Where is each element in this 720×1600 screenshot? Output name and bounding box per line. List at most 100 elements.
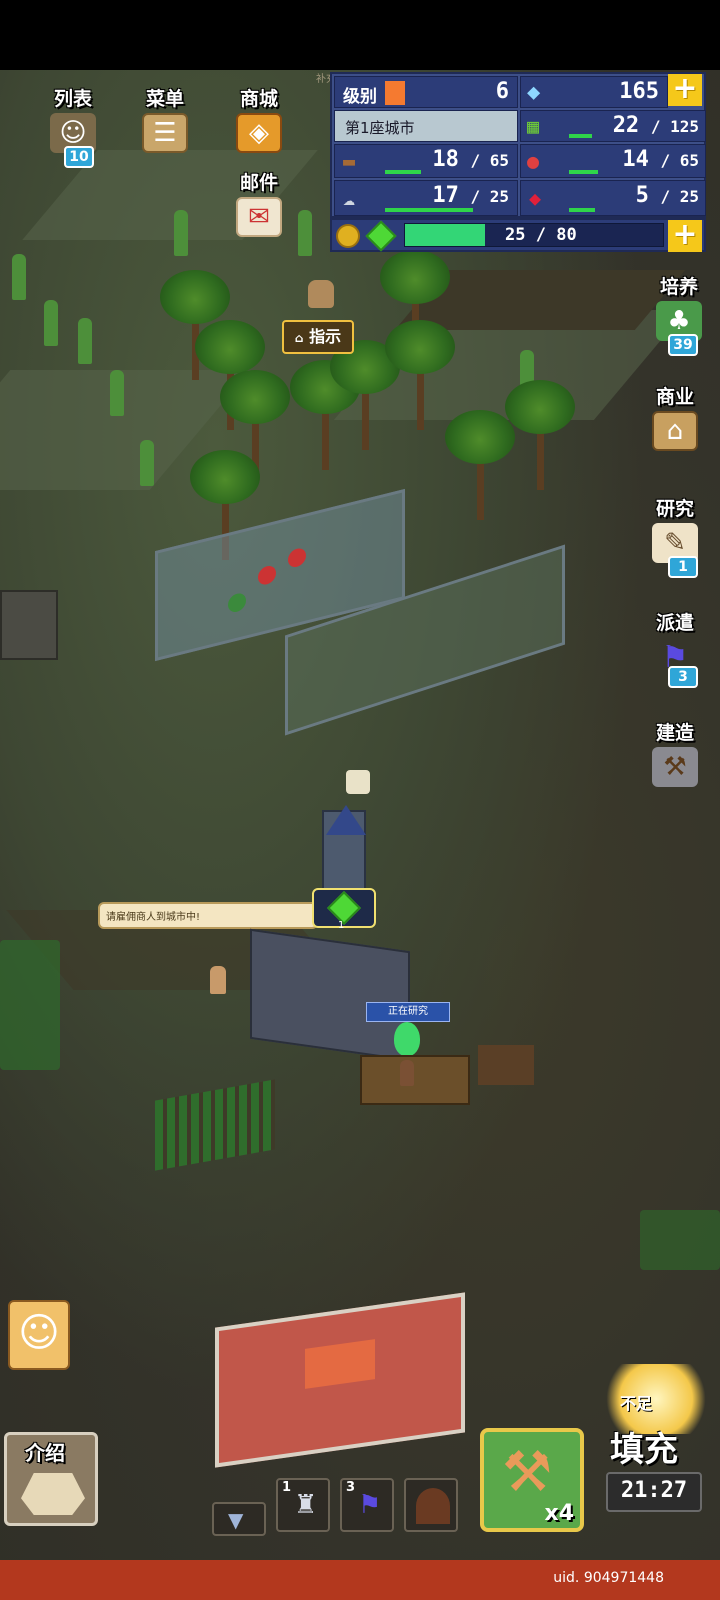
envelope-icon: ✉	[236, 197, 282, 237]
wood-log-icon: ▬	[343, 149, 356, 173]
slot-tower[interactable]: 1 ♜	[276, 1478, 330, 1532]
speech-bubble: 请雇佣商人到城市中!	[98, 902, 318, 929]
diamond-icon: ◆	[527, 80, 541, 105]
slot-tower-count: 1	[282, 1480, 292, 1495]
refill-label: 填充	[610, 1430, 678, 1470]
refill-insufficient: 不足	[620, 1394, 653, 1413]
hint-character[interactable]	[308, 280, 334, 308]
gems-value: 165	[619, 79, 659, 104]
list-button[interactable]: 列表 ☺ 10	[36, 84, 110, 168]
cactus	[140, 440, 154, 486]
list-label: 列表	[53, 88, 92, 110]
ore-cell: ☁ 17 / 25	[334, 180, 518, 216]
research-sep: /	[535, 225, 546, 245]
shop-button[interactable]: 商城 ◈	[222, 84, 296, 153]
shop-chest-icon: ◈	[236, 113, 282, 153]
resource-stats-panel: 级别 6 ◆ 165 第1座城市 ▦ 22 / 125 ▬ 18 / 65 ● …	[330, 72, 706, 218]
fruit-bar	[569, 170, 598, 174]
dispatch-label: 派遣	[655, 612, 694, 634]
coin-icon	[336, 224, 360, 248]
palm-tree	[505, 380, 575, 490]
uid-bar: uid. 904971448	[0, 1560, 720, 1600]
gems-cell: ◆ 165	[520, 76, 668, 108]
research-button[interactable]: 研究 ✎ 1	[638, 494, 712, 578]
cactus	[12, 254, 26, 300]
ruby-bar	[569, 208, 595, 212]
mail-label: 邮件	[239, 172, 278, 194]
house-icon: ⌂	[652, 411, 698, 451]
advisor-portrait[interactable]: ☺	[8, 1300, 70, 1370]
crop-field[interactable]	[155, 1079, 275, 1171]
cactus	[174, 210, 188, 256]
stall[interactable]	[478, 1045, 534, 1085]
stone-wall	[0, 590, 58, 660]
slot-dispatch[interactable]: 3 ⚑	[340, 1478, 394, 1532]
collapse-tray-button[interactable]: ▼	[212, 1502, 266, 1536]
food-corn-icon: ▦	[527, 114, 540, 138]
business-label: 商业	[655, 386, 694, 408]
build-button[interactable]: 建造 ⚒	[638, 718, 712, 787]
refill-timer: 21:27	[606, 1472, 702, 1512]
grass-patch	[640, 1210, 720, 1270]
dispatch-badge: 3	[668, 666, 698, 688]
cactus	[298, 210, 312, 256]
hint-label: 指示	[309, 327, 342, 346]
level-label: 级别	[343, 87, 377, 107]
food-bar	[569, 134, 592, 138]
dispatch-button[interactable]: 派遣 ⚑ 3	[638, 608, 712, 688]
add-gems-button[interactable]: +	[668, 74, 702, 106]
slot-cave[interactable]	[404, 1478, 458, 1532]
intro-button[interactable]: 介绍	[4, 1432, 98, 1526]
game-world-map[interactable]: ⌂ 指示 补充雕像 请雇佣商人到城市中! 1 正在研究	[0, 70, 720, 1560]
research-egg-icon	[394, 1022, 420, 1056]
cactus	[44, 300, 58, 346]
ruby-max: 25	[679, 187, 699, 206]
list-badge: 10	[64, 146, 94, 168]
city-name: 第1座城市	[345, 119, 415, 137]
build-label: 建造	[655, 722, 694, 744]
city-name-cell: 第1座城市	[334, 110, 518, 142]
chevron-down-icon: ▼	[228, 1508, 244, 1532]
cactus	[78, 318, 92, 364]
villager[interactable]	[400, 1060, 414, 1086]
ore-rock-icon: ☁	[343, 186, 356, 210]
mail-button[interactable]: 邮件 ✉	[222, 168, 296, 237]
add-research-button[interactable]: +	[668, 220, 702, 252]
ruby-cell: ◆ 5 / 25	[520, 180, 706, 216]
ruby-value: 5	[635, 183, 649, 208]
ship-icon	[21, 1473, 85, 1515]
research-label: 研究	[655, 498, 694, 520]
hammer-boost-button[interactable]: ⚒ x4	[480, 1428, 584, 1532]
research-lab-shop[interactable]	[360, 1055, 470, 1105]
research-track: 25 / 80	[404, 223, 664, 247]
cave-icon	[416, 1488, 450, 1524]
researching-tag: 正在研究	[366, 1002, 450, 1022]
slot-flag-count: 3	[346, 1480, 356, 1495]
town-hall-base[interactable]	[250, 928, 410, 1062]
hammer-icon: ⚒	[652, 747, 698, 787]
research-value: 25	[505, 225, 526, 245]
level-progress-marker	[385, 81, 405, 105]
food-max: 125	[670, 117, 699, 136]
tower-gem-count: 1	[338, 920, 345, 931]
research-flag-icon[interactable]	[346, 770, 370, 794]
business-button[interactable]: 商业 ⌂	[638, 382, 712, 451]
villager[interactable]	[210, 966, 226, 994]
wood-cell: ▬ 18 / 65	[334, 144, 518, 178]
ore-max: 25	[489, 187, 509, 206]
hint-house-icon: ⌂	[294, 331, 304, 345]
refill-button[interactable]: 不足 填充 21:27	[592, 1364, 716, 1524]
research-max: 80	[556, 225, 577, 245]
food-value: 22	[612, 113, 640, 138]
hint-button[interactable]: ⌂ 指示	[282, 320, 354, 354]
ore-bar	[385, 208, 473, 212]
shop-label: 商城	[239, 88, 278, 110]
food-cell: ▦ 22 / 125	[520, 110, 706, 142]
grass-patch	[0, 940, 60, 1070]
research-points-panel: 25 / 80	[330, 218, 706, 252]
train-button[interactable]: 培养 ♣ 39	[642, 272, 716, 356]
bedroom-house[interactable]	[215, 1292, 465, 1468]
train-badge: 39	[668, 334, 698, 356]
intro-label: 介绍	[25, 1441, 65, 1465]
menu-button[interactable]: 菜单 ☰	[128, 84, 202, 153]
